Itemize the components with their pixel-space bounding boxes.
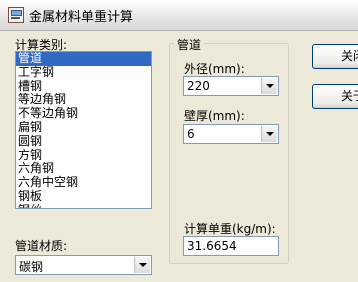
window-title: 金属材料单重计算 bbox=[29, 10, 134, 25]
material-select[interactable]: 碳钢 bbox=[15, 255, 152, 275]
chevron-down-icon[interactable] bbox=[134, 257, 150, 273]
list-item[interactable]: 管道 bbox=[16, 52, 151, 66]
list-item[interactable]: 工字钢 bbox=[16, 65, 151, 80]
calc-type-listbox[interactable]: 管道工字钢槽钢等边角钢不等边角钢扁钢圆钢方钢六角钢六角中空钢钢板钢丝 bbox=[15, 51, 152, 209]
list-item[interactable]: 不等边角钢 bbox=[16, 106, 151, 121]
material-label: 管道材质: bbox=[15, 239, 68, 253]
about-button[interactable]: 关于 bbox=[312, 84, 358, 109]
list-item[interactable]: 钢丝 bbox=[16, 203, 151, 208]
wall-thickness-select[interactable]: 6 bbox=[183, 124, 279, 144]
list-item[interactable]: 等边角钢 bbox=[16, 93, 151, 107]
list-item[interactable]: 圆钢 bbox=[16, 134, 151, 149]
unit-weight-label: 计算单重(kg/m): bbox=[184, 222, 276, 236]
unit-weight-value: 31.6654 bbox=[187, 239, 237, 253]
list-item[interactable]: 六角中空钢 bbox=[16, 175, 151, 190]
list-item[interactable]: 方钢 bbox=[16, 148, 151, 163]
material-value: 碳钢 bbox=[19, 260, 44, 274]
wall-thickness-label: 壁厚(mm): bbox=[184, 109, 245, 123]
title-bar: 金属材料单重计算 bbox=[0, 0, 358, 31]
outer-diameter-select[interactable]: 220 bbox=[183, 76, 279, 96]
chevron-down-icon[interactable] bbox=[261, 126, 277, 142]
outer-diameter-value: 220 bbox=[187, 79, 210, 93]
list-item[interactable]: 槽钢 bbox=[16, 79, 151, 94]
outer-diameter-label: 外径(mm): bbox=[184, 62, 245, 76]
pipe-group-title: 管道 bbox=[174, 36, 205, 53]
list-item[interactable]: 钢板 bbox=[16, 189, 151, 204]
wall-thickness-value: 6 bbox=[187, 127, 195, 141]
list-item[interactable]: 扁钢 bbox=[16, 120, 151, 135]
app-icon bbox=[8, 7, 24, 23]
close-button[interactable]: 关闭 bbox=[312, 44, 358, 69]
chevron-down-icon[interactable] bbox=[261, 78, 277, 94]
unit-weight-field[interactable]: 31.6654 bbox=[183, 236, 279, 256]
